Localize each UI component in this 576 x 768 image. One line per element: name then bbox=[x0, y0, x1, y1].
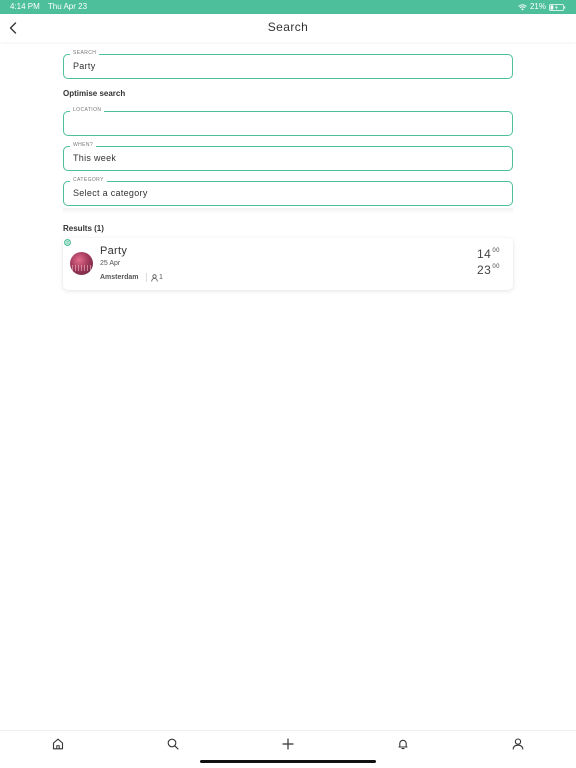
tab-profile[interactable] bbox=[511, 737, 525, 751]
status-left: 4:14 PM Thu Apr 23 bbox=[10, 0, 93, 14]
status-time: 4:14 PM bbox=[10, 2, 40, 11]
category-field-label: CATEGORY bbox=[70, 177, 107, 183]
when-field[interactable]: WHEN? This week bbox=[63, 142, 513, 171]
tab-home[interactable] bbox=[51, 737, 65, 751]
section-divider bbox=[63, 208, 513, 214]
battery-icon bbox=[549, 3, 566, 11]
plus-icon bbox=[282, 738, 294, 750]
event-avatar bbox=[70, 252, 93, 275]
page-title: Search bbox=[267, 20, 309, 34]
search-field[interactable]: SEARCH bbox=[63, 50, 513, 79]
status-right: 21% bbox=[518, 0, 566, 14]
location-field[interactable]: LOCATION bbox=[63, 107, 513, 136]
result-card[interactable]: Party 25 Apr Amsterdam 1 1400 2300 bbox=[63, 238, 513, 290]
location-field-label: LOCATION bbox=[70, 107, 105, 113]
result-title: Party bbox=[100, 245, 128, 257]
status-bar: 4:14 PM Thu Apr 23 21% bbox=[0, 0, 576, 14]
person-icon bbox=[151, 274, 158, 282]
when-field-label: WHEN? bbox=[70, 142, 97, 148]
start-hour: 14 bbox=[476, 247, 492, 261]
wifi-icon bbox=[518, 3, 527, 10]
end-minutes: 00 bbox=[492, 264, 500, 270]
user-icon bbox=[512, 738, 524, 750]
battery-percent: 21% bbox=[529, 2, 546, 11]
end-hour: 23 bbox=[476, 263, 492, 277]
location-input[interactable] bbox=[73, 118, 503, 128]
result-separator bbox=[146, 273, 147, 282]
results-heading: Results (1) bbox=[63, 224, 104, 233]
search-icon bbox=[167, 738, 179, 750]
status-date: Thu Apr 23 bbox=[47, 2, 88, 11]
home-indicator[interactable] bbox=[200, 760, 376, 763]
category-select[interactable]: Select a category bbox=[73, 188, 503, 198]
optimise-search-heading: Optimise search bbox=[63, 89, 126, 98]
tab-search[interactable] bbox=[166, 737, 180, 751]
result-attendee-count: 1 bbox=[159, 274, 163, 281]
home-icon bbox=[52, 738, 64, 750]
result-end-time: 2300 bbox=[477, 263, 500, 277]
bell-icon bbox=[398, 739, 408, 750]
search-input[interactable] bbox=[73, 61, 503, 71]
tab-notifications[interactable] bbox=[396, 737, 410, 751]
tab-add[interactable] bbox=[281, 737, 295, 751]
category-field[interactable]: CATEGORY Select a category bbox=[63, 177, 513, 206]
result-location: Amsterdam bbox=[100, 274, 139, 281]
globe-badge-icon bbox=[63, 238, 72, 247]
result-date: 25 Apr bbox=[100, 260, 121, 267]
search-field-label: SEARCH bbox=[70, 50, 100, 56]
nav-bar: Search bbox=[0, 14, 576, 42]
when-value[interactable]: This week bbox=[73, 153, 503, 163]
result-start-time: 1400 bbox=[477, 247, 500, 261]
start-minutes: 00 bbox=[492, 248, 500, 254]
